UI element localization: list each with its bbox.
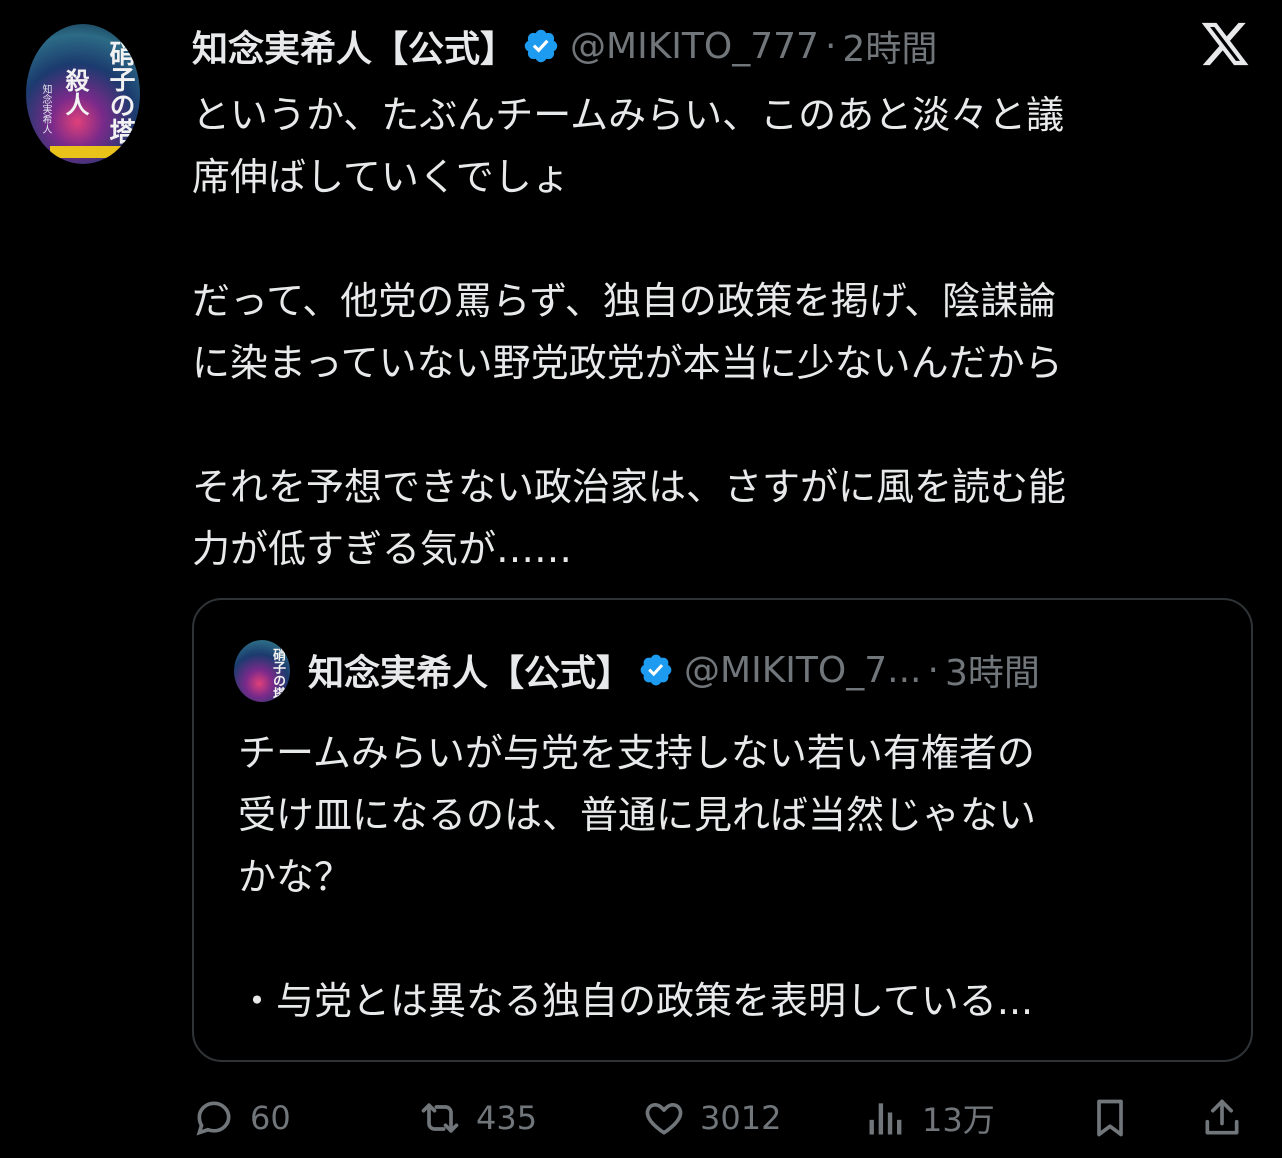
quoted-tweet-header: 知念実希人【公式】 @MIKITO_7... · 3時間 [308, 644, 1040, 696]
quoted-avatar-text: 硝子の塔 [270, 648, 285, 700]
quoted-author-avatar: 硝子の塔 [234, 640, 290, 702]
tweet-line: 席伸ばしていくでしょ [192, 155, 570, 199]
quoted-tweet-text: チームみらいが与党を支持しない若い有権者の 受け皿になるのは、普通に見れば当然じ… [238, 722, 1218, 1032]
view-count: 13万 [922, 1101, 995, 1139]
avatar-book-title: 硝子の塔 [105, 40, 135, 144]
tweet-line: だって、他党の罵らず、独自の政策を掲げ、陰謀論 [192, 279, 1057, 323]
verified-badge-icon [640, 654, 672, 686]
repost-icon [421, 1103, 459, 1133]
tweet-time[interactable]: 2時間 [842, 20, 937, 72]
repost-count: 435 [476, 1099, 538, 1137]
views-icon [869, 1103, 902, 1135]
share-button[interactable] [1200, 1090, 1244, 1146]
reply-count: 60 [250, 1099, 291, 1137]
tweet-line: それを予想できない政治家は、さすがに風を読む能 [192, 465, 1067, 509]
tweet-line: に染まっていない野党政党が本当に少ないんだから [192, 341, 1063, 385]
verified-badge-icon [524, 29, 558, 63]
like-button[interactable]: 3012 [642, 1090, 781, 1146]
author-handle[interactable]: @MIKITO_777 [570, 26, 819, 67]
tweet-header: 知念実希人【公式】 @MIKITO_777 · 2時間 [192, 20, 937, 72]
quoted-line: チームみらいが与党を支持しない若い有権者の [238, 731, 1035, 775]
tweet-line: 力が低すぎる気が…… [192, 527, 573, 571]
reply-icon [196, 1101, 231, 1136]
tweet-line: というか、たぶんチームみらい、このあと淡々と議 [192, 93, 1065, 137]
quoted-tweet-card[interactable]: 硝子の塔 知念実希人【公式】 @MIKITO_7... · 3時間 チームみらい… [192, 598, 1253, 1062]
quoted-line: 受け皿になるのは、普通に見れば当然じゃない [238, 793, 1037, 837]
quoted-line: ・与党とは異なる独自の政策を表明している... [238, 979, 1034, 1023]
tweet-actions-bar: 60 435 3012 13万 [192, 1090, 1252, 1146]
share-icon [1205, 1099, 1239, 1135]
bookmark-button[interactable] [1088, 1090, 1132, 1146]
quoted-line: かな？ [238, 855, 353, 899]
views-button[interactable]: 13万 [864, 1090, 995, 1146]
avatar-author-text: 知念実希人 [40, 84, 51, 134]
separator-dot: · [927, 649, 939, 691]
quoted-tweet-time: 3時間 [944, 653, 1040, 694]
quoted-author-display-name: 知念実希人【公式】 [308, 653, 633, 694]
separator-dot: · [824, 25, 837, 67]
reply-button[interactable]: 60 [192, 1090, 291, 1146]
like-count: 3012 [700, 1099, 782, 1137]
like-icon [645, 1102, 683, 1135]
bookmark-icon [1097, 1099, 1123, 1137]
avatar-band [50, 146, 126, 158]
repost-button[interactable]: 435 [418, 1090, 537, 1146]
quoted-author-handle: @MIKITO_7... [684, 649, 922, 691]
x-logo-icon [1201, 22, 1249, 66]
avatar-book-title-2: 殺人 [61, 68, 90, 116]
tweet-text: というか、たぶんチームみらい、このあと淡々と議 席伸ばしていくでしょ だって、他… [192, 84, 1242, 580]
quoted-line [238, 908, 1218, 970]
author-avatar[interactable]: 硝子の塔 殺人 知念実希人 [26, 24, 140, 164]
author-display-name[interactable]: 知念実希人【公式】 [192, 20, 516, 72]
